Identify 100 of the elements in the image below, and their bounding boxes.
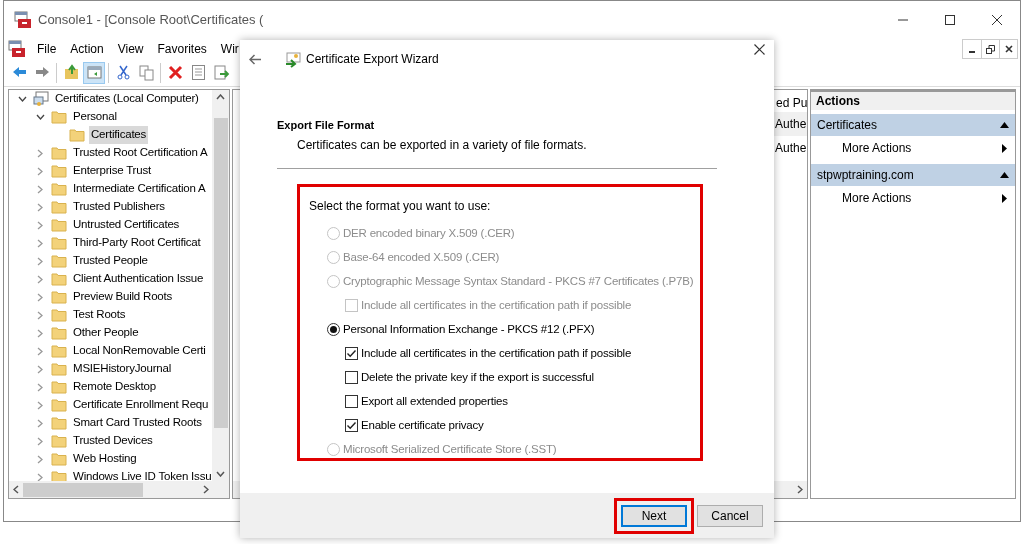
folder-icon bbox=[51, 218, 67, 232]
option-label: Cryptographic Message Syntax Standard - PKCS #7 Certificates (.P7B) bbox=[343, 273, 694, 289]
collapsed-chevron-icon[interactable] bbox=[37, 256, 43, 266]
tree-item[interactable]: Smart Card Trusted Roots bbox=[71, 414, 204, 432]
checkbox[interactable] bbox=[345, 419, 358, 432]
collapsed-chevron-icon[interactable] bbox=[37, 346, 43, 356]
dialog-button[interactable]: Cancel bbox=[697, 504, 763, 527]
tree-item[interactable]: Trusted Root Certification A bbox=[71, 144, 210, 162]
tree-item[interactable]: MSIEHistoryJournal bbox=[71, 360, 173, 378]
collapsed-chevron-icon[interactable] bbox=[37, 364, 43, 374]
collapsed-chevron-icon[interactable] bbox=[37, 220, 43, 230]
menu-item[interactable]: Action bbox=[63, 40, 111, 58]
collapsed-chevron-icon[interactable] bbox=[37, 238, 43, 248]
action-item[interactable]: More Actions bbox=[811, 136, 1015, 160]
collapsed-chevron-icon[interactable] bbox=[37, 436, 43, 446]
collapsed-chevron-icon[interactable] bbox=[37, 472, 43, 481]
tree-item[interactable]: Windows Live ID Token Issu bbox=[71, 468, 212, 481]
table-cell[interactable]: Authe bbox=[773, 136, 807, 160]
collapsed-chevron-icon[interactable] bbox=[37, 274, 43, 284]
table-cell[interactable]: Authe bbox=[773, 112, 807, 136]
collapsed-chevron-icon[interactable] bbox=[37, 166, 43, 176]
tree-item[interactable]: Intermediate Certification A bbox=[71, 180, 208, 198]
collapsed-chevron-icon[interactable] bbox=[37, 202, 43, 212]
tree-item[interactable]: Third-Party Root Certificat bbox=[71, 234, 203, 252]
option-label: Microsoft Serialized Certificate Store (.SST) bbox=[343, 441, 557, 457]
option-label: Export all extended properties bbox=[361, 393, 508, 409]
tree-item[interactable]: Test Roots bbox=[71, 306, 128, 324]
menu-item[interactable]: Wir bbox=[213, 40, 246, 58]
close-icon bbox=[753, 43, 765, 55]
tree-item[interactable]: Trusted People bbox=[71, 252, 150, 270]
collapsed-chevron-icon[interactable] bbox=[37, 310, 43, 320]
folder-up-icon bbox=[62, 64, 80, 81]
tree-item[interactable]: Certificate Enrollment Requ bbox=[71, 396, 211, 414]
toolbox-icon bbox=[8, 40, 26, 58]
checkbox[interactable] bbox=[345, 371, 358, 384]
menu-item[interactable]: Favorites bbox=[150, 40, 214, 58]
radio-button[interactable] bbox=[327, 323, 340, 336]
collapsed-chevron-icon[interactable] bbox=[37, 382, 43, 392]
folder-icon bbox=[51, 290, 67, 304]
scroll-left-icon bbox=[13, 485, 19, 494]
close-icon bbox=[1004, 45, 1013, 53]
tree-item[interactable]: Trusted Publishers bbox=[71, 198, 167, 216]
tree-item[interactable]: Web Hosting bbox=[71, 450, 139, 468]
action-section-header[interactable]: stpwptraining.com bbox=[811, 164, 1015, 186]
folder-icon bbox=[51, 236, 67, 250]
collapsed-chevron-icon[interactable] bbox=[37, 418, 43, 428]
tree-item[interactable]: Preview Build Roots bbox=[71, 288, 175, 306]
scroll-right-icon bbox=[203, 485, 209, 494]
scrollbar-thumb[interactable] bbox=[213, 118, 228, 428]
tree-item[interactable]: Untrusted Certificates bbox=[71, 216, 182, 234]
dialog-button[interactable]: Next bbox=[621, 504, 687, 527]
tree-item[interactable]: Other People bbox=[71, 324, 141, 342]
submenu-triangle-icon bbox=[1002, 193, 1007, 203]
option-label: Include all certificates in the certification path if possible bbox=[361, 297, 632, 313]
option-label: Include all certificates in the certification path if possible bbox=[361, 345, 632, 361]
action-section-header[interactable]: Certificates bbox=[811, 114, 1015, 136]
menu-item[interactable]: View bbox=[110, 40, 151, 58]
scrollbar-thumb[interactable] bbox=[23, 482, 143, 497]
collapsed-chevron-icon[interactable] bbox=[37, 328, 43, 338]
folder-icon bbox=[51, 434, 67, 448]
scroll-up-icon bbox=[216, 94, 225, 100]
scissors-icon bbox=[114, 64, 132, 81]
folder-icon bbox=[51, 200, 67, 214]
expanded-chevron-icon[interactable] bbox=[17, 96, 27, 102]
tree-item[interactable]: Local NonRemovable Certi bbox=[71, 342, 208, 360]
checkbox[interactable] bbox=[345, 347, 358, 360]
tree-item[interactable]: Remote Desktop bbox=[71, 378, 158, 396]
folder-icon bbox=[51, 182, 67, 196]
scroll-down-icon bbox=[216, 471, 225, 477]
tree-item[interactable]: Personal bbox=[71, 108, 119, 126]
folder-icon bbox=[51, 272, 67, 286]
expanded-chevron-icon[interactable] bbox=[35, 114, 45, 120]
option-label: Enable certificate privacy bbox=[361, 417, 484, 433]
collapsed-chevron-icon[interactable] bbox=[37, 148, 43, 158]
folder-icon bbox=[51, 362, 67, 376]
dialog-title: Certificate Export Wizard bbox=[306, 51, 439, 68]
option-label: Personal Information Exchange - PKCS #12 (.PFX) bbox=[343, 321, 595, 337]
tree-item[interactable]: Certificates bbox=[89, 126, 149, 144]
horizontal-scrollbar[interactable] bbox=[9, 481, 229, 498]
tree-item[interactable]: Enterprise Trust bbox=[71, 162, 153, 180]
close-button[interactable] bbox=[752, 42, 766, 56]
delete-icon bbox=[166, 64, 184, 81]
toolbar-button[interactable] bbox=[83, 61, 105, 84]
export-icon bbox=[212, 64, 230, 81]
vertical-scrollbar[interactable] bbox=[212, 90, 229, 481]
action-item[interactable]: More Actions bbox=[811, 186, 1015, 210]
collapsed-chevron-icon[interactable] bbox=[37, 454, 43, 464]
folder-icon bbox=[51, 110, 67, 124]
tree-item[interactable]: Trusted Devices bbox=[71, 432, 155, 450]
checkbox[interactable] bbox=[345, 395, 358, 408]
back-arrow-icon bbox=[248, 53, 262, 65]
collapsed-chevron-icon[interactable] bbox=[37, 400, 43, 410]
collapsed-chevron-icon[interactable] bbox=[37, 292, 43, 302]
collapsed-chevron-icon[interactable] bbox=[37, 184, 43, 194]
document-icon bbox=[189, 64, 207, 81]
tree-item[interactable]: Client Authentication Issue bbox=[71, 270, 206, 288]
tree-item[interactable]: Certificates (Local Computer) bbox=[53, 90, 201, 108]
menu-item[interactable]: File bbox=[30, 40, 64, 58]
back-button[interactable] bbox=[248, 52, 262, 66]
folder-icon bbox=[51, 326, 67, 340]
